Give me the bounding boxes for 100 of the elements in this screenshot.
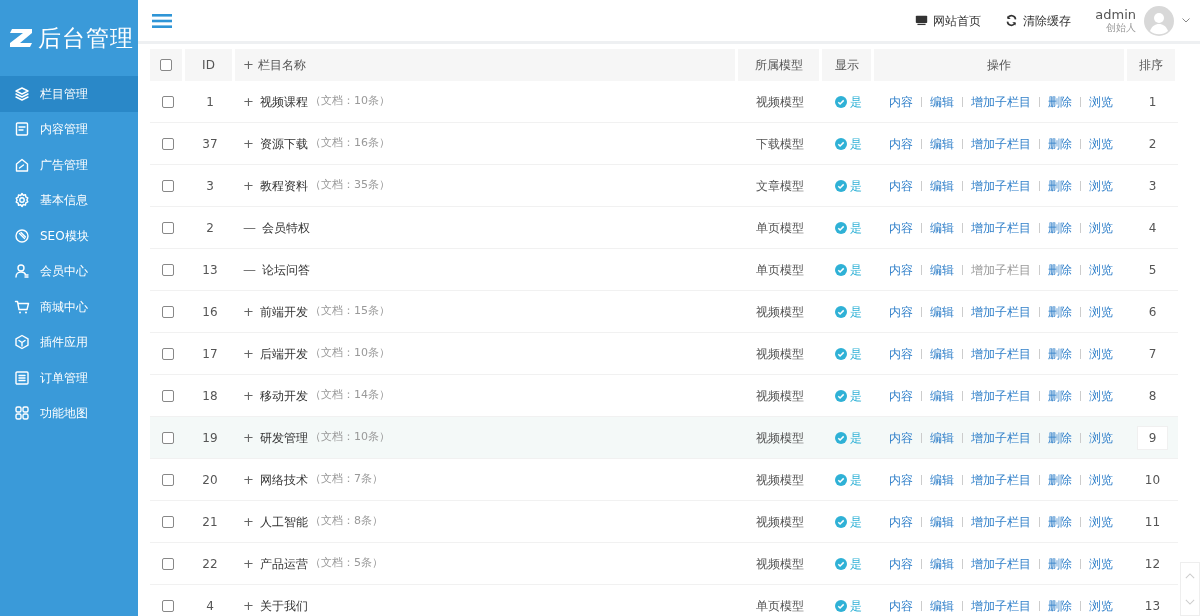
action-link[interactable]: 删除 [1047, 92, 1072, 111]
table-row[interactable]: 16 + 前端开发 （文档：15条） 视频模型 是 内容 编辑 增加子栏目 删除 浏览 6 [150, 291, 1178, 333]
expand-toggle[interactable]: + [243, 55, 254, 75]
action-link[interactable]: 内容 [888, 596, 913, 615]
action-link[interactable]: 内容 [888, 386, 913, 405]
expand-toggle[interactable]: + [243, 343, 254, 364]
action-link[interactable]: 内容 [888, 554, 913, 573]
expand-toggle[interactable]: + [243, 91, 254, 112]
expand-toggle[interactable]: — [243, 259, 256, 280]
sidebar-item[interactable]: 内容管理 [0, 111, 138, 147]
header-link[interactable]: 网站首页 [915, 11, 982, 30]
table-row[interactable]: 1 + 视频课程 （文档：10条） 视频模型 是 内容 编辑 增加子栏目 删除 浏览 1 [150, 81, 1178, 123]
checkbox[interactable] [161, 431, 174, 444]
expand-toggle[interactable]: + [243, 175, 254, 196]
action-link[interactable]: 浏览 [1088, 596, 1113, 615]
expand-toggle[interactable]: + [243, 301, 254, 322]
action-link[interactable]: 编辑 [929, 554, 954, 573]
action-link[interactable]: 内容 [888, 92, 913, 111]
action-link[interactable]: 删除 [1047, 554, 1072, 573]
table-row[interactable]: 20 + 网络技术 （文档：7条） 视频模型 是 内容 编辑 增加子栏目 删除 浏览 10 [150, 459, 1178, 501]
table-row[interactable]: 17 + 后端开发 （文档：10条） 视频模型 是 内容 编辑 增加子栏目 删除 浏览 7 [150, 333, 1178, 375]
action-link[interactable]: 增加子栏目 [970, 134, 1031, 153]
checkbox[interactable] [161, 599, 174, 612]
checkbox[interactable] [161, 137, 174, 150]
action-link[interactable]: 增加子栏目 [970, 386, 1031, 405]
action-link[interactable]: 编辑 [929, 134, 954, 153]
table-row[interactable]: 2 — 会员特权 单页模型 是 内容 编辑 增加子栏目 删除 浏览 4 [150, 207, 1178, 249]
action-link[interactable]: 内容 [888, 470, 913, 489]
action-link[interactable]: 编辑 [929, 302, 954, 321]
action-link[interactable]: 删除 [1047, 218, 1072, 237]
action-link[interactable]: 内容 [888, 134, 913, 153]
action-link[interactable]: 删除 [1047, 134, 1072, 153]
action-link[interactable]: 增加子栏目 [970, 218, 1031, 237]
action-link[interactable]: 浏览 [1088, 92, 1113, 111]
table-row[interactable]: 4 + 关于我们 单页模型 是 内容 编辑 增加子栏目 删除 浏览 13 [150, 585, 1178, 616]
action-link[interactable]: 内容 [888, 302, 913, 321]
action-link[interactable]: 浏览 [1088, 470, 1113, 489]
checkbox[interactable] [161, 305, 174, 318]
action-link[interactable]: 删除 [1047, 470, 1072, 489]
sidebar-item[interactable]: 栏目管理 [0, 76, 138, 112]
action-link[interactable]: 删除 [1047, 344, 1072, 363]
expand-toggle[interactable]: + [243, 427, 254, 448]
action-link[interactable]: 增加子栏目 [970, 512, 1031, 531]
action-link[interactable]: 浏览 [1088, 554, 1113, 573]
action-link[interactable]: 编辑 [929, 344, 954, 363]
action-link[interactable]: 编辑 [929, 92, 954, 111]
expand-toggle[interactable]: + [243, 595, 254, 616]
action-link[interactable]: 浏览 [1088, 512, 1113, 531]
expand-toggle[interactable]: + [243, 385, 254, 406]
table-row[interactable]: 3 + 教程资料 （文档：35条） 文章模型 是 内容 编辑 增加子栏目 删除 浏览 3 [150, 165, 1178, 207]
caret-icon[interactable] [1182, 18, 1190, 23]
sidebar-item[interactable]: 广告管理 [0, 147, 138, 183]
action-link[interactable]: 内容 [888, 260, 913, 279]
checkbox[interactable] [161, 263, 174, 276]
action-link[interactable]: 浏览 [1088, 386, 1113, 405]
action-link[interactable]: 删除 [1047, 260, 1072, 279]
expand-toggle[interactable]: + [243, 511, 254, 532]
sort-field[interactable]: 9 [1136, 425, 1169, 450]
action-link[interactable]: 增加子栏目 [970, 470, 1031, 489]
sidebar-item[interactable]: SEO模块 [0, 218, 138, 254]
action-link[interactable]: 删除 [1047, 176, 1072, 195]
table-row[interactable]: 19 + 研发管理 （文档：10条） 视频模型 是 内容 编辑 增加子栏目 删除 浏览 9 [150, 417, 1178, 459]
action-link[interactable]: 浏览 [1088, 302, 1113, 321]
action-link[interactable]: 编辑 [929, 260, 954, 279]
action-link[interactable]: 增加子栏目 [970, 428, 1031, 447]
action-link[interactable]: 内容 [888, 218, 913, 237]
table-row[interactable]: 21 + 人工智能 （文档：8条） 视频模型 是 内容 编辑 增加子栏目 删除 浏览 11 [150, 501, 1178, 543]
expand-toggle[interactable]: + [243, 133, 254, 154]
action-link[interactable]: 内容 [888, 176, 913, 195]
action-link[interactable]: 编辑 [929, 470, 954, 489]
action-link[interactable]: 编辑 [929, 218, 954, 237]
action-link[interactable]: 内容 [888, 428, 913, 447]
header-link[interactable]: 清除缓存 [1005, 11, 1072, 30]
action-link[interactable]: 删除 [1047, 512, 1072, 531]
action-link[interactable]: 编辑 [929, 176, 954, 195]
action-link[interactable]: 浏览 [1088, 218, 1113, 237]
action-link[interactable]: 浏览 [1088, 176, 1113, 195]
action-link[interactable]: 编辑 [929, 386, 954, 405]
checkbox[interactable] [161, 389, 174, 402]
checkbox[interactable] [161, 179, 174, 192]
action-link[interactable]: 增加子栏目 [970, 92, 1031, 111]
action-link[interactable]: 增加子栏目 [970, 302, 1031, 321]
action-link[interactable]: 增加子栏目 [970, 596, 1031, 615]
checkbox[interactable] [161, 473, 174, 486]
menu-icon[interactable] [152, 12, 172, 29]
action-link[interactable]: 增加子栏目 [970, 554, 1031, 573]
action-link[interactable]: 编辑 [929, 428, 954, 447]
checkbox[interactable] [161, 515, 174, 528]
sidebar-item[interactable]: 商城中心 [0, 289, 138, 325]
checkbox[interactable] [160, 59, 172, 71]
action-link[interactable]: 浏览 [1088, 428, 1113, 447]
action-link[interactable]: 浏览 [1088, 134, 1113, 153]
table-row[interactable]: 37 + 资源下载 （文档：16条） 下载模型 是 内容 编辑 增加子栏目 删除 浏览 2 [150, 123, 1178, 165]
action-link[interactable]: 内容 [888, 512, 913, 531]
sidebar-item[interactable]: 会员中心 [0, 253, 138, 289]
expand-toggle[interactable]: + [243, 553, 254, 574]
sidebar-item[interactable]: 功能地图 [0, 395, 138, 431]
checkbox[interactable] [161, 221, 174, 234]
action-link[interactable]: 增加子栏目 [970, 344, 1031, 363]
action-link[interactable]: 删除 [1047, 596, 1072, 615]
